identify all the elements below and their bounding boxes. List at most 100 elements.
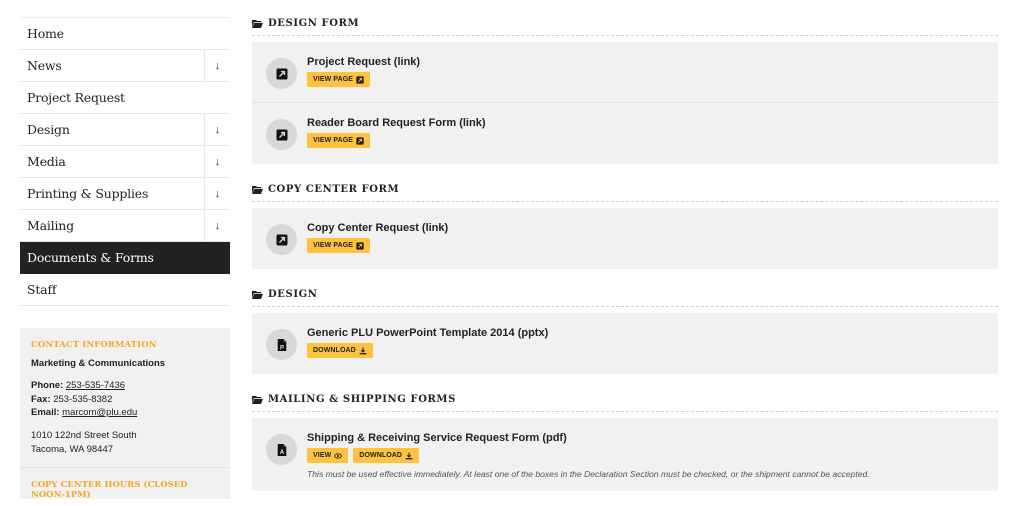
section-heading: DESIGN FORM: [252, 15, 998, 32]
document-item-body: Project Request (link) VIEW PAGE: [307, 55, 420, 87]
copy-center-hours-box: COPY CENTER HOURS (CLOSED NOON-1PM): [20, 466, 230, 500]
button-label: DOWNLOAD: [313, 347, 356, 354]
document-title: Project Request (link): [307, 56, 421, 68]
button-label: DOWNLOAD: [359, 452, 403, 459]
sidebar-item-staff[interactable]: Staff: [20, 274, 230, 306]
section-heading-text: DESIGN FORM: [268, 18, 360, 29]
sidebar-item-label[interactable]: Media: [20, 146, 204, 177]
document-title: Reader Board Request Form (link): [307, 117, 486, 129]
download-button[interactable]: DOWNLOAD: [353, 448, 420, 463]
download-icon: [405, 452, 413, 460]
document-item-body: Generic PLU PowerPoint Template 2014 (pp…: [307, 326, 548, 358]
download-icon: [359, 347, 367, 355]
external-link-icon: [356, 75, 364, 84]
sidebar-item-home[interactable]: Home: [20, 18, 230, 50]
eye-icon: [334, 452, 343, 460]
dashed-divider: [252, 201, 998, 202]
document-actions: VIEW PAGE: [307, 72, 420, 87]
phone-link[interactable]: 253-535-7436: [66, 380, 125, 391]
fax-value: 253-535-8382: [53, 393, 113, 405]
document-item: Copy Center Request (link) VIEW PAGE: [252, 208, 998, 269]
download-button[interactable]: DOWNLOAD: [307, 343, 373, 358]
expand-arrow-down-icon[interactable]: ↓: [204, 146, 230, 177]
address-line-2: Tacoma, WA 98447: [31, 443, 114, 455]
document-actions: VIEW PAGE: [307, 238, 448, 253]
sidebar-item-media[interactable]: Media ↓: [20, 146, 230, 178]
sidebar-item-label[interactable]: Staff: [20, 274, 230, 305]
sidebar-item-mailing[interactable]: Mailing ↓: [20, 210, 230, 242]
address-line-1: 1010 122nd Street South: [31, 429, 137, 441]
contact-info-box: CONTACT INFORMATION Marketing & Communic…: [20, 328, 230, 467]
sidebar-item-design[interactable]: Design ↓: [20, 114, 230, 146]
document-item: Shipping & Receiving Service Request For…: [252, 418, 998, 491]
dashed-divider: [252, 411, 998, 412]
external-link-badge: [266, 224, 297, 255]
document-note: This must be used effective immediately.…: [307, 469, 870, 479]
external-link-icon: [276, 234, 288, 246]
document-actions: DOWNLOAD: [307, 343, 548, 358]
expand-arrow-down-icon[interactable]: ↓: [204, 210, 230, 241]
sidebar-item-label[interactable]: Project Request: [20, 82, 230, 113]
document-title: Shipping & Receiving Service Request For…: [307, 432, 567, 444]
document-title: Copy Center Request (link): [307, 222, 449, 234]
email-link[interactable]: marcom@plu.edu: [62, 407, 137, 418]
contact-email: Email: marcom@plu.edu: [31, 406, 219, 420]
document-item-body: Shipping & Receiving Service Request For…: [307, 431, 870, 479]
section-heading: MAILING & SHIPPING FORMS: [252, 391, 998, 408]
documents-card: Copy Center Request (link) VIEW PAGE: [252, 208, 998, 269]
sidebar-item-label[interactable]: Documents & Forms: [20, 242, 230, 273]
powerpoint-file-badge: P: [266, 329, 297, 360]
fax-label: Fax:: [31, 393, 51, 405]
pdf-file-icon: [276, 443, 288, 456]
external-link-icon: [276, 68, 288, 80]
phone-label: Phone:: [31, 380, 64, 391]
view-page-button[interactable]: VIEW PAGE: [307, 133, 371, 148]
svg-text:P: P: [279, 345, 283, 351]
sidebar-item-label[interactable]: Home: [20, 18, 230, 49]
sidebar-item-label[interactable]: News: [20, 50, 204, 81]
folder-open-icon: [252, 290, 263, 299]
folder-open-icon: [252, 395, 263, 404]
document-item: Project Request (link) VIEW PAGE: [252, 42, 998, 103]
view-button[interactable]: VIEW: [307, 448, 349, 463]
sidebar: Home News ↓ Project Request Design ↓ Media ↓ Pri…: [20, 17, 230, 500]
sidebar-item-label[interactable]: Design: [20, 114, 204, 145]
documents-card: P Generic PLU PowerPoint Template 2014 (…: [252, 313, 998, 374]
folder-open-icon: [252, 185, 263, 194]
sidebar-item-project-request[interactable]: Project Request: [20, 82, 230, 114]
sidebar-item-news[interactable]: News ↓: [20, 50, 230, 82]
view-page-button[interactable]: VIEW PAGE: [307, 238, 371, 253]
document-actions: VIEW DOWNLOAD: [307, 448, 870, 463]
external-link-badge: [266, 58, 297, 89]
document-section: DESIGN P Generic PLU PowerPoint Template…: [252, 286, 998, 374]
external-link-icon: [356, 136, 364, 145]
contact-heading: CONTACT INFORMATION: [31, 340, 157, 350]
external-link-icon: [276, 129, 288, 141]
document-item-body: Copy Center Request (link) VIEW PAGE: [307, 221, 448, 253]
hours-heading: COPY CENTER HOURS (CLOSED NOON-1PM): [31, 479, 188, 500]
email-label: Email:: [31, 407, 60, 418]
button-label: VIEW PAGE: [313, 137, 354, 144]
expand-arrow-down-icon[interactable]: ↓: [204, 50, 230, 81]
document-item: Reader Board Request Form (link) VIEW PA…: [252, 103, 998, 164]
expand-arrow-down-icon[interactable]: ↓: [204, 114, 230, 145]
document-item: P Generic PLU PowerPoint Template 2014 (…: [252, 313, 998, 374]
sidebar-item-label[interactable]: Mailing: [20, 210, 204, 241]
sidebar-item-documents-forms[interactable]: Documents & Forms: [20, 242, 230, 274]
sidebar-item-printing-supplies[interactable]: Printing & Supplies ↓: [20, 178, 230, 210]
contact-org: Marketing & Communications: [31, 358, 166, 369]
documents-card: Shipping & Receiving Service Request For…: [252, 418, 998, 491]
document-item-body: Reader Board Request Form (link) VIEW PA…: [307, 116, 485, 148]
view-page-button[interactable]: VIEW PAGE: [307, 72, 371, 87]
document-section: MAILING & SHIPPING FORMS Shipping & Rece…: [252, 391, 998, 491]
pdf-file-badge: [266, 434, 297, 465]
contact-fax: Fax: 253-535-8382: [31, 393, 219, 407]
contact-address: 1010 122nd Street South Tacoma, WA 98447: [31, 429, 219, 457]
section-heading-text: MAILING & SHIPPING FORMS: [268, 394, 456, 405]
sidebar-item-label[interactable]: Printing & Supplies: [20, 178, 204, 209]
document-section: COPY CENTER FORM Copy Center Request (li…: [252, 181, 998, 269]
section-heading: COPY CENTER FORM: [252, 181, 998, 198]
contact-phone: Phone: 253-535-7436: [31, 379, 219, 393]
expand-arrow-down-icon[interactable]: ↓: [204, 178, 230, 209]
main-content: DESIGN FORM Project Request (link) VIEW …: [252, 15, 998, 506]
